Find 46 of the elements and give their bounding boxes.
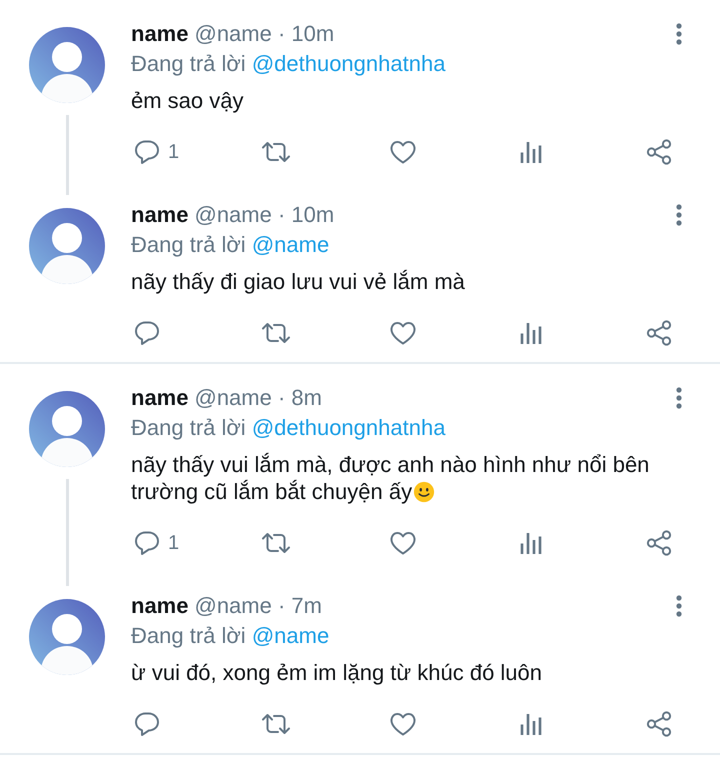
loop-arrows-icon[interactable] bbox=[260, 711, 292, 737]
avatar-icon[interactable] bbox=[29, 27, 105, 103]
tweet-meta: @name · 8m bbox=[194, 385, 322, 411]
heart-icon[interactable] bbox=[389, 320, 417, 346]
user-name[interactable]: name bbox=[131, 21, 188, 47]
reply-context: Đang trả lời @dethuongnhatnha bbox=[131, 414, 446, 442]
speech-bubble-icon[interactable] bbox=[133, 319, 161, 347]
loop-arrows-icon[interactable] bbox=[260, 139, 292, 165]
loop-arrows-icon[interactable] bbox=[260, 320, 292, 346]
bar-chart-icon[interactable] bbox=[519, 321, 543, 345]
more-icon[interactable] bbox=[675, 387, 683, 409]
avatar-icon[interactable] bbox=[29, 599, 105, 675]
reply-context: Đang trả lời @name bbox=[131, 622, 330, 650]
share-icon[interactable] bbox=[645, 529, 673, 557]
share-icon[interactable] bbox=[645, 138, 673, 166]
avatar-icon[interactable] bbox=[29, 208, 105, 284]
tweet-meta: @name · 7m bbox=[194, 593, 322, 619]
heart-icon[interactable] bbox=[389, 711, 417, 737]
tweet-meta: @name · 10m bbox=[194, 202, 334, 228]
user-name[interactable]: name bbox=[131, 385, 188, 411]
loop-arrows-icon[interactable] bbox=[260, 530, 292, 556]
reply-count: 1 bbox=[168, 140, 180, 164]
tweet-text: nãy thấy vui lắm mà, được anh nào hình như nổi bên trường cũ lắm bắt chuyện ấy bbox=[131, 452, 650, 504]
heart-icon[interactable] bbox=[389, 139, 417, 165]
speech-bubble-icon[interactable] bbox=[133, 138, 161, 166]
bar-chart-icon[interactable] bbox=[519, 712, 543, 736]
bar-chart-icon[interactable] bbox=[519, 140, 543, 164]
user-name[interactable]: name bbox=[131, 202, 188, 228]
share-icon[interactable] bbox=[645, 319, 673, 347]
share-icon[interactable] bbox=[645, 710, 673, 738]
bar-chart-icon[interactable] bbox=[519, 531, 543, 555]
heart-icon[interactable] bbox=[389, 530, 417, 556]
reply-context: Đang trả lời @name bbox=[131, 231, 330, 259]
user-name[interactable]: name bbox=[131, 593, 188, 619]
tweet-text: ẻm sao vậy bbox=[131, 88, 244, 113]
reply-count: 1 bbox=[168, 532, 180, 554]
tweet-text: nãy thấy đi giao lưu vui vẻ lắm mà bbox=[131, 269, 465, 294]
tweet-meta: @name · 10m bbox=[194, 21, 334, 47]
speech-bubble-icon[interactable] bbox=[133, 529, 161, 557]
reply-context: Đang trả lời @dethuongnhatnha bbox=[131, 50, 446, 78]
more-icon[interactable] bbox=[675, 204, 683, 226]
more-icon[interactable] bbox=[675, 23, 683, 45]
avatar-icon[interactable] bbox=[29, 391, 105, 467]
tweet-text: ừ vui đó, xong ẻm im lặng từ khúc đó luôn bbox=[131, 660, 542, 685]
speech-bubble-icon[interactable] bbox=[133, 710, 161, 738]
more-icon[interactable] bbox=[675, 595, 683, 617]
